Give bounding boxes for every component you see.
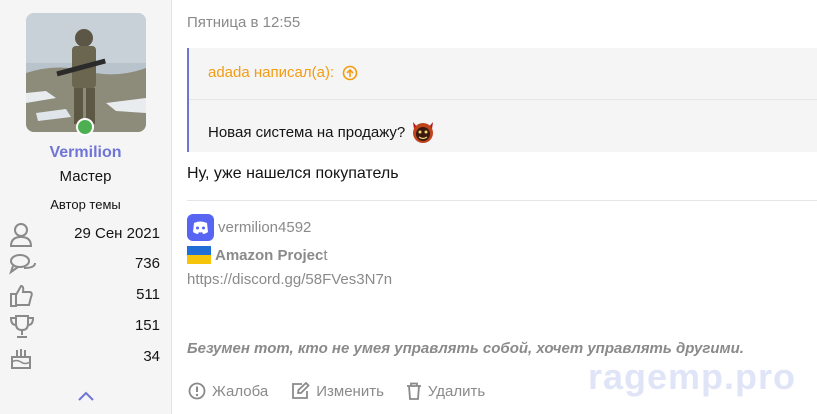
quote-author-link[interactable]: adada написал(а):: [208, 64, 358, 81]
devil-emoji-icon: [413, 122, 434, 143]
chevron-up-icon[interactable]: [77, 390, 95, 402]
stat-joined: 29 Сен 2021: [9, 222, 160, 248]
ukraine-flag-icon: [187, 246, 211, 264]
online-status-icon: [76, 118, 94, 136]
arrow-up-circle-icon[interactable]: [342, 65, 358, 81]
stat-messages: 736: [9, 252, 160, 278]
trophy-icon: [9, 315, 35, 338]
user-rank: Мастер: [59, 168, 112, 185]
stat-likes: 511: [9, 283, 160, 309]
delete-label: Удалить: [427, 382, 486, 400]
project-name-bold: Amazon Projec: [215, 246, 324, 264]
trash-icon: [406, 382, 421, 400]
edit-icon: [292, 382, 310, 399]
quote-author: adada написал(а):: [208, 64, 335, 81]
stat-value: 29 Сен 2021: [74, 225, 160, 242]
discord-username: vermilion4592: [218, 219, 312, 236]
discord-invite-link[interactable]: https://discord.gg/58FVes3N7n: [187, 271, 392, 288]
project-name-rest: t: [323, 246, 328, 264]
stat-value: 736: [134, 255, 160, 272]
avatar[interactable]: [26, 13, 146, 132]
signature-link[interactable]: https://discord.gg/58FVes3N7n: [187, 271, 392, 288]
signature-discord: vermilion4592: [187, 214, 311, 241]
edit-label: Изменить: [316, 382, 384, 400]
signature-quote: Безумен тот, кто не умея управлять собой…: [187, 340, 744, 357]
user-icon: [9, 223, 33, 247]
alert-circle-icon: [188, 382, 206, 400]
post-message: Ну, уже нашелся покупатель: [187, 165, 399, 182]
post-actions: Жалоба Изменить Удалить: [188, 382, 507, 400]
report-button[interactable]: Жалоба: [188, 382, 268, 400]
post-date[interactable]: Пятница в 12:55: [187, 14, 300, 31]
quote-content: Новая система на продажу?: [208, 118, 437, 146]
quote-block: adada написал(а): Новая система на прода…: [187, 48, 817, 152]
report-label: Жалоба: [212, 382, 269, 400]
signature-divider: [187, 200, 817, 201]
quote-text: Новая система на продажу?: [208, 123, 406, 141]
stat-value: 151: [134, 317, 160, 334]
stat-trophies: 151: [9, 314, 160, 340]
author-badge: Автор темы: [50, 197, 121, 212]
delete-button[interactable]: Удалить: [406, 382, 485, 400]
stat-value: 34: [143, 348, 160, 365]
discord-icon: [187, 214, 214, 241]
edit-button[interactable]: Изменить: [290, 382, 384, 400]
stat-value: 511: [136, 286, 160, 303]
thumbs-up-icon: [10, 284, 33, 307]
messages-icon: [9, 254, 36, 275]
quote-divider: [189, 99, 817, 100]
user-sidebar: Vermilion Мастер Автор темы 29 Сен 2021 …: [0, 0, 172, 414]
birthday-cake-icon: [11, 349, 31, 369]
username[interactable]: Vermilion: [0, 144, 171, 162]
signature-project: Amazon Project: [187, 246, 328, 264]
stat-age: 34: [9, 345, 160, 371]
watermark: ragemp.pro: [588, 356, 797, 397]
